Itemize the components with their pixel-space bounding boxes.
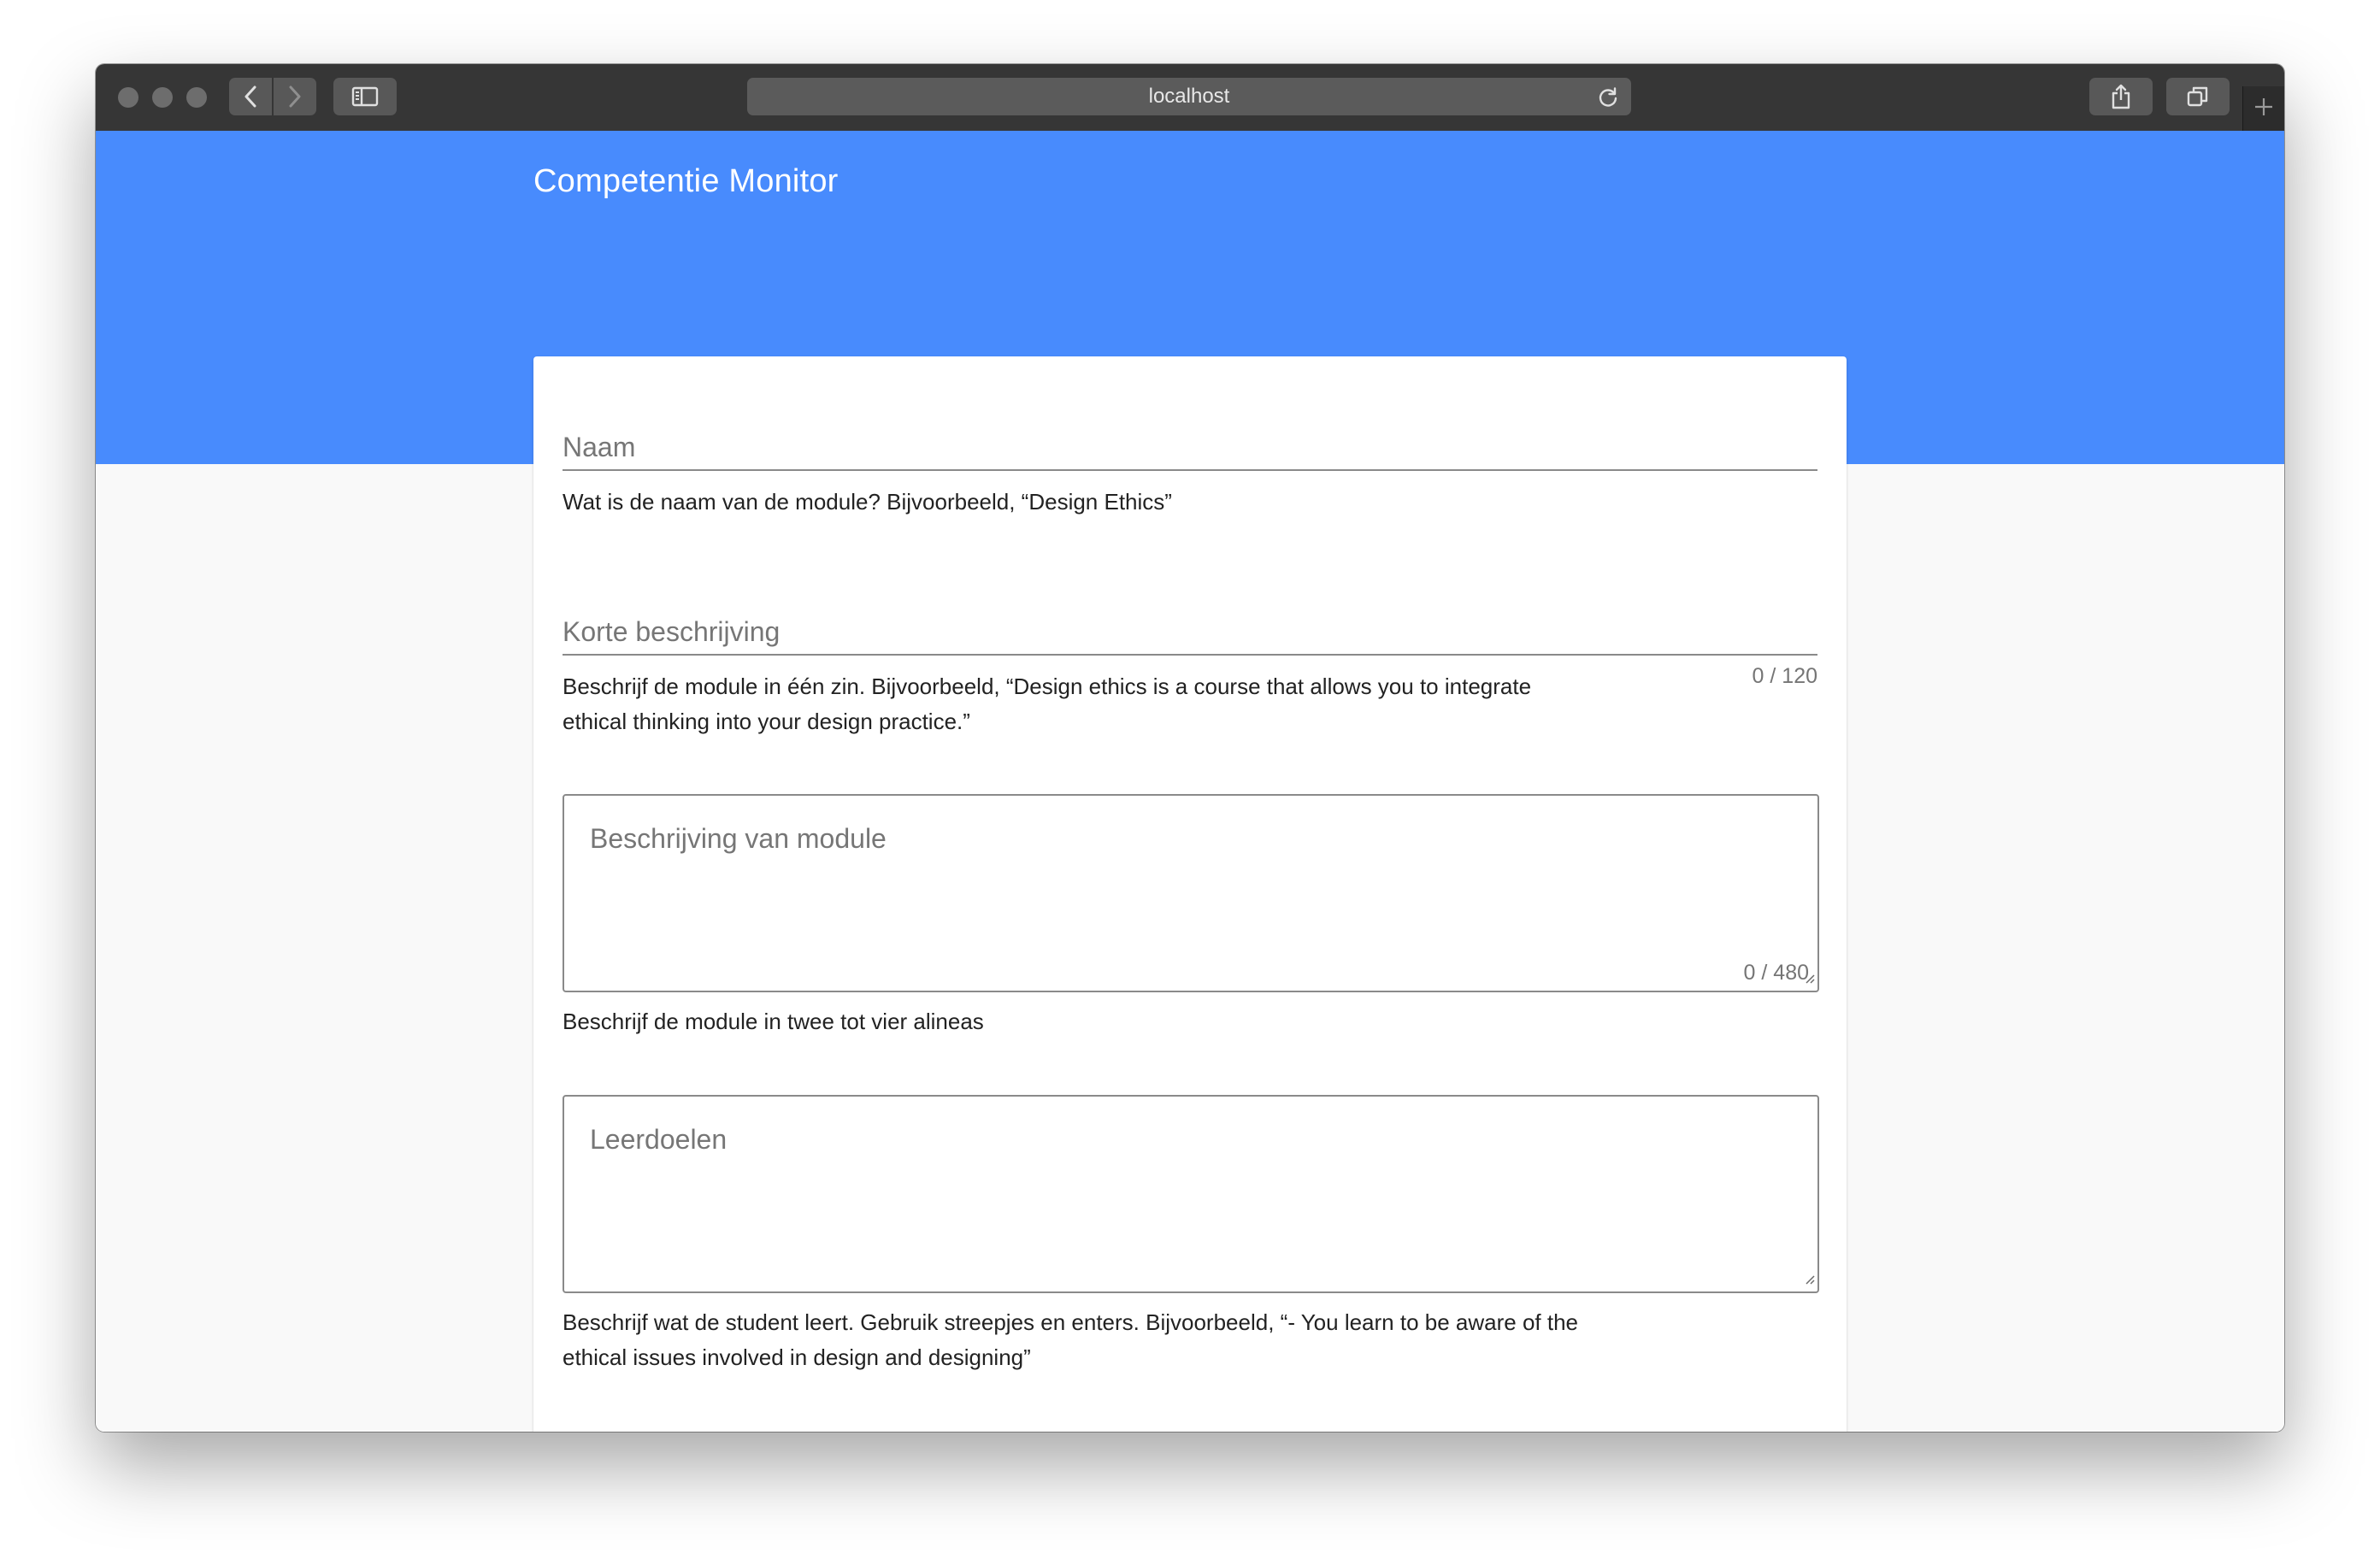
korte-beschrijving-counter: 0 / 120	[1752, 664, 1817, 688]
tabs-overview-icon	[2187, 85, 2209, 108]
naam-input[interactable]	[563, 415, 1817, 471]
plus-icon	[2253, 97, 2274, 121]
close-window-button[interactable]	[118, 87, 138, 108]
leerdoelen-field-label: Leerdoelen	[590, 1124, 728, 1155]
new-tab-button[interactable]	[2242, 86, 2284, 131]
korte-beschrijving-helper-line-2: ethical thinking into your design practi…	[563, 709, 970, 734]
forward-button[interactable]	[274, 78, 316, 115]
zoom-window-button[interactable]	[186, 87, 207, 108]
reload-icon[interactable]	[1597, 86, 1619, 113]
address-bar[interactable]: localhost	[747, 78, 1631, 115]
sidebar-toggle-button[interactable]	[333, 78, 397, 115]
korte-beschrijving-input[interactable]	[563, 599, 1817, 656]
beschrijving-textarea[interactable]: Beschrijving van module 0 / 480	[563, 794, 1819, 992]
leerdoelen-helper-line-2: ethical issues involved in design and de…	[563, 1344, 1031, 1370]
back-button[interactable]	[229, 78, 272, 115]
beschrijving-field-label: Beschrijving van module	[590, 823, 887, 854]
leerdoelen-helper-line-1: Beschrijf wat de student leert. Gebruik …	[563, 1309, 1579, 1335]
beschrijving-counter: 0 / 480	[1743, 961, 1809, 985]
app-title: Competentie Monitor	[533, 163, 839, 199]
resize-handle-icon[interactable]	[1805, 973, 1815, 988]
leerdoelen-textarea[interactable]: Leerdoelen	[563, 1095, 1819, 1293]
address-bar-url: localhost	[1148, 85, 1230, 108]
module-form-card: Naam Wat is de naam van de module? Bijvo…	[533, 356, 1847, 1432]
share-icon	[2111, 84, 2131, 109]
browser-window: localhost Competentie Monitor Naam Wat i…	[96, 64, 2284, 1432]
page-content: Competentie Monitor Naam Wat is de naam …	[96, 131, 2284, 1432]
chevron-left-icon	[244, 85, 257, 108]
share-button[interactable]	[2089, 78, 2153, 115]
browser-titlebar: localhost	[96, 64, 2284, 132]
minimize-window-button[interactable]	[152, 87, 173, 108]
naam-helper-text: Wat is de naam van de module? Bijvoorbee…	[563, 489, 1172, 515]
resize-handle-icon[interactable]	[1805, 1274, 1815, 1289]
sidebar-icon	[351, 86, 379, 107]
beschrijving-helper-text: Beschrijf de module in twee tot vier ali…	[563, 1009, 984, 1034]
korte-beschrijving-helper-line-1: Beschrijf de module in één zin. Bijvoorb…	[563, 674, 1532, 699]
chevron-right-icon	[288, 85, 302, 108]
tabs-overview-button[interactable]	[2166, 78, 2230, 115]
